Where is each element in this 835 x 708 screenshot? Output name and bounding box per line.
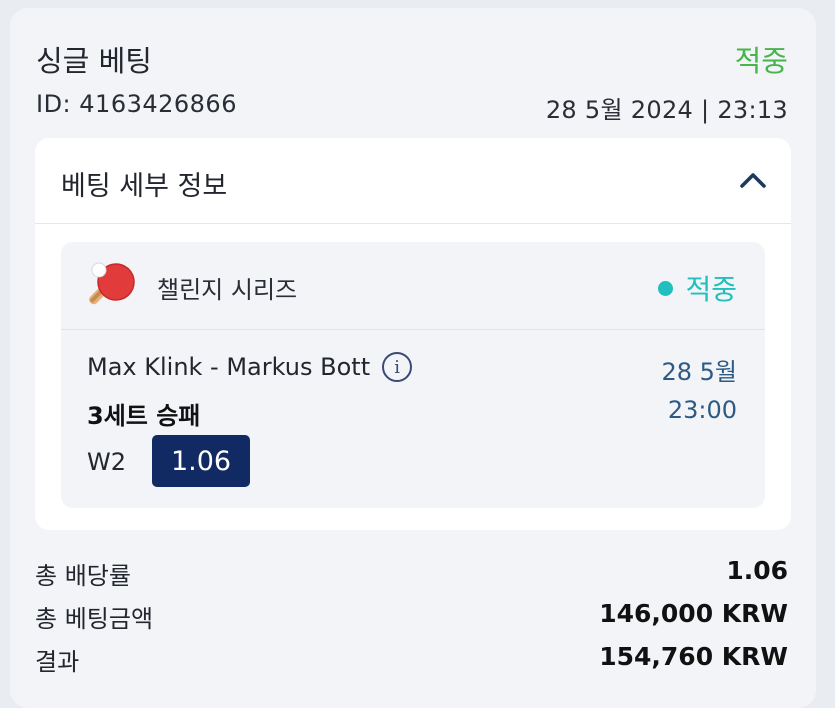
bet-details-header[interactable]: 베팅 세부 정보 xyxy=(35,138,791,224)
event-status: 적중 xyxy=(658,268,737,308)
total-odds-label: 총 배당률 xyxy=(35,562,131,590)
total-odds-value: 1.06 xyxy=(726,556,788,585)
bet-datetime: 28 5월 2024 | 23:13 xyxy=(545,96,788,124)
event-header: 챌린지 시리즈 적중 xyxy=(61,242,765,330)
odds-badge[interactable]: 1.06 xyxy=(152,435,250,487)
table-tennis-icon xyxy=(89,262,135,305)
bet-id: ID: 4163426866 xyxy=(36,90,237,118)
match-time: 23:00 xyxy=(667,396,737,424)
result-label: 결과 xyxy=(35,648,80,676)
market-name: 3세트 승패 xyxy=(87,402,201,430)
tournament-name: 챌린지 시리즈 xyxy=(157,276,298,304)
selection-label: W2 xyxy=(87,448,126,476)
chevron-up-icon[interactable] xyxy=(737,166,769,194)
info-icon[interactable]: i xyxy=(382,352,413,382)
stake-label: 총 베팅금액 xyxy=(35,605,154,633)
event-status-label: 적중 xyxy=(685,273,737,306)
bet-type-title: 싱글 베팅 xyxy=(36,44,152,78)
event-card: 챌린지 시리즈 적중 Max Klink - Markus Bott i 28 … xyxy=(61,242,765,508)
stake-value: 146,000 KRW xyxy=(599,599,788,628)
bet-card: 싱글 베팅 적중 ID: 4163426866 28 5월 2024 | 23:… xyxy=(10,8,816,708)
bet-details-title: 베팅 세부 정보 xyxy=(61,171,228,202)
status-dot-icon xyxy=(658,280,674,296)
match-name: Max Klink - Markus Bott xyxy=(87,353,371,381)
result-value: 154,760 KRW xyxy=(599,642,788,671)
match-row: Max Klink - Markus Bott i xyxy=(87,352,413,382)
bet-status: 적중 xyxy=(734,44,788,78)
bet-details-panel: 베팅 세부 정보 챌린지 시리즈 적중 Max Klink - Markus B… xyxy=(35,138,791,530)
match-date: 28 5월 xyxy=(661,358,737,386)
